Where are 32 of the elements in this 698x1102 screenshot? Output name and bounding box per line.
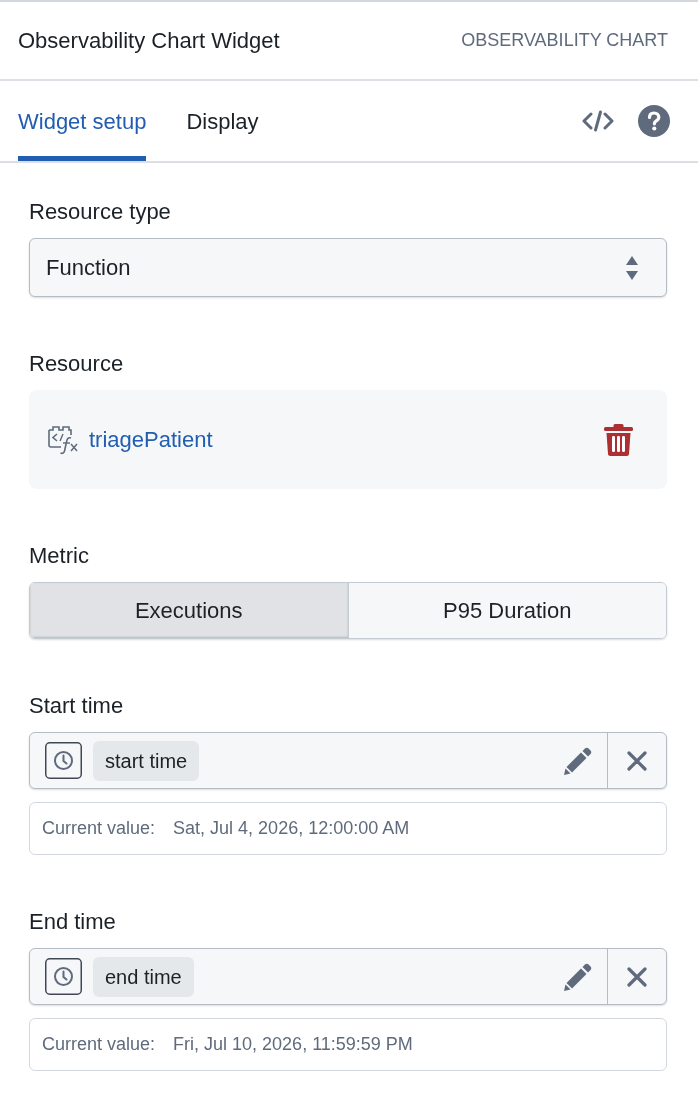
tab[interactable]: Display <box>186 81 259 161</box>
clock-icon[interactable] <box>45 958 82 995</box>
time-input[interactable]: end time <box>29 948 667 1005</box>
tab[interactable]: Widget setup <box>18 81 147 161</box>
clock-icon[interactable] <box>45 742 82 779</box>
field-label: Resource type <box>29 198 171 226</box>
time-input[interactable]: start time <box>29 732 667 789</box>
close-icon <box>627 750 647 771</box>
resource-type-select[interactable]: Function <box>29 238 667 297</box>
help-icon[interactable] <box>638 105 670 137</box>
panel-title: Observability Chart Widget <box>18 27 280 55</box>
trash-icon[interactable] <box>604 423 633 456</box>
current-value-text: Sat, Jul 4, 2026, 12:00:00 AM <box>173 817 410 840</box>
metric-option[interactable]: P95 Duration <box>347 583 666 638</box>
current-value-text: Fri, Jul 10, 2026, 11:59:59 PM <box>173 1033 413 1056</box>
time-chip: end time <box>93 956 194 997</box>
field-label: End time <box>29 908 116 936</box>
current-value-label: Current value: <box>42 817 156 840</box>
function-icon <box>47 424 79 455</box>
metric-option[interactable]: Executions <box>30 583 348 638</box>
widget-type-label: OBSERVABILITY CHART <box>461 29 668 52</box>
close-icon <box>627 966 647 987</box>
code-icon[interactable] <box>582 110 614 132</box>
field-label: Metric <box>29 542 89 570</box>
resource-link[interactable]: triagePatient <box>89 423 213 456</box>
field-label: Start time <box>29 692 124 720</box>
pencil-icon[interactable] <box>564 746 592 775</box>
pencil-icon[interactable] <box>564 962 592 991</box>
current-value-label: Current value: <box>42 1033 156 1056</box>
time-chip: start time <box>93 740 200 781</box>
field-label: Resource <box>29 350 124 378</box>
up-down-caret-icon <box>626 255 638 280</box>
